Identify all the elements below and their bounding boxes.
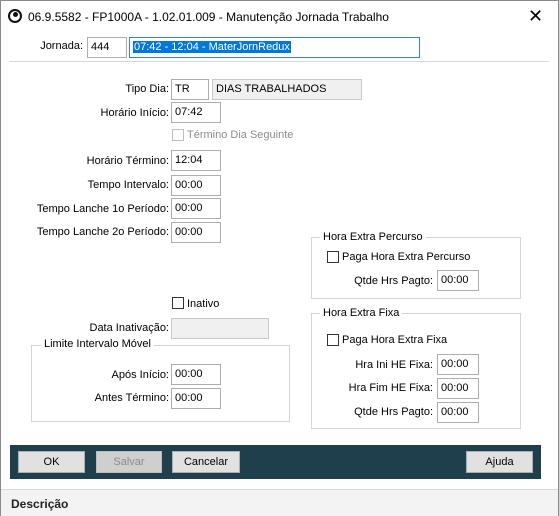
termino-dia-seguinte-checkbox[interactable]: [172, 129, 184, 141]
hra-ini-he-fixa-label: Hra Ini HE Fixa:: [355, 359, 433, 371]
antes-termino-label: Antes Término:: [94, 392, 169, 404]
jornada-code-field[interactable]: 444: [87, 37, 127, 58]
dialog-window: 06.9.5582 - FP1000A - 1.02.01.009 - Manu…: [0, 0, 559, 516]
horario-termino-label: Horário Término:: [86, 155, 169, 167]
title-bar: 06.9.5582 - FP1000A - 1.02.01.009 - Manu…: [1, 1, 558, 32]
data-inativacao-field: [171, 318, 269, 339]
tempo-lanche-1-field[interactable]: 00:00: [171, 198, 221, 219]
tempo-lanche-2-field[interactable]: 00:00: [171, 222, 221, 243]
button-bar: OK Salvar Cancelar Ajuda: [10, 445, 541, 479]
jornada-label: Jornada:: [40, 40, 83, 52]
salvar-button[interactable]: Salvar: [96, 451, 162, 473]
ok-button[interactable]: OK: [18, 451, 85, 473]
hra-fim-he-fixa-field[interactable]: 00:00: [437, 378, 479, 399]
inativo-checkbox[interactable]: [172, 297, 184, 309]
window-title: 06.9.5582 - FP1000A - 1.02.01.009 - Manu…: [28, 10, 389, 24]
limite-intervalo-group: [31, 345, 290, 422]
status-bar: Descrição: [1, 489, 558, 516]
qtde-hrs-pagto-percurso-label: Qtde Hrs Pagto:: [354, 275, 433, 287]
termino-dia-seguinte-label: Término Dia Seguinte: [187, 129, 294, 141]
header-divider: [9, 61, 549, 62]
tempo-intervalo-label: Tempo Intervalo:: [87, 179, 169, 191]
apos-inicio-field[interactable]: 00:00: [171, 364, 221, 385]
jornada-description-text: 07:42 - 12:04 - MaterJornRedux: [133, 41, 291, 53]
hora-extra-percurso-title: Hora Extra Percurso: [320, 231, 426, 243]
horario-termino-field[interactable]: 12:04: [171, 150, 221, 171]
jornada-description-field[interactable]: 07:42 - 12:04 - MaterJornRedux: [129, 37, 420, 58]
close-button[interactable]: ✕: [513, 1, 558, 32]
data-inativacao-label: Data Inativação:: [89, 322, 170, 334]
hra-fim-he-fixa-label: Hra Fim HE Fixa:: [348, 382, 433, 394]
descricao-label: Descrição: [11, 497, 69, 511]
hora-extra-percurso-group: [311, 237, 521, 299]
totvs-logo-icon: [8, 9, 22, 23]
hra-ini-he-fixa-field[interactable]: 00:00: [437, 354, 479, 375]
tipo-dia-label: Tipo Dia:: [125, 83, 169, 95]
antes-termino-field[interactable]: 00:00: [171, 388, 221, 409]
paga-hora-extra-percurso-label: Paga Hora Extra Percurso: [342, 251, 471, 263]
horario-inicio-label: Horário Início:: [100, 107, 169, 119]
tipo-dia-code-field[interactable]: TR: [171, 79, 209, 100]
qtde-hrs-pagto-fixa-field[interactable]: 00:00: [437, 402, 479, 423]
qtde-hrs-pagto-percurso-field[interactable]: 00:00: [437, 270, 479, 291]
tempo-lanche-1-label: Tempo Lanche 1o Período:: [36, 203, 169, 215]
paga-hora-extra-fixa-label: Paga Hora Extra Fixa: [342, 334, 448, 346]
paga-hora-extra-percurso-checkbox[interactable]: [327, 251, 339, 263]
ajuda-button[interactable]: Ajuda: [466, 451, 533, 473]
qtde-hrs-pagto-fixa-label: Qtde Hrs Pagto:: [354, 406, 433, 418]
limite-intervalo-title: Limite Intervalo Móvel: [41, 338, 154, 350]
inativo-label: Inativo: [187, 298, 220, 310]
horario-inicio-field[interactable]: 07:42: [171, 102, 221, 123]
apos-inicio-label: Após Início:: [111, 369, 169, 381]
paga-hora-extra-fixa-checkbox[interactable]: [327, 334, 339, 346]
tempo-intervalo-field[interactable]: 00:00: [171, 175, 221, 196]
tipo-dia-description-field: DIAS TRABALHADOS: [212, 79, 362, 100]
cancelar-button[interactable]: Cancelar: [172, 451, 240, 473]
hora-extra-fixa-title: Hora Extra Fixa: [320, 307, 403, 319]
tempo-lanche-2-label: Tempo Lanche 2o Período:: [36, 226, 169, 238]
